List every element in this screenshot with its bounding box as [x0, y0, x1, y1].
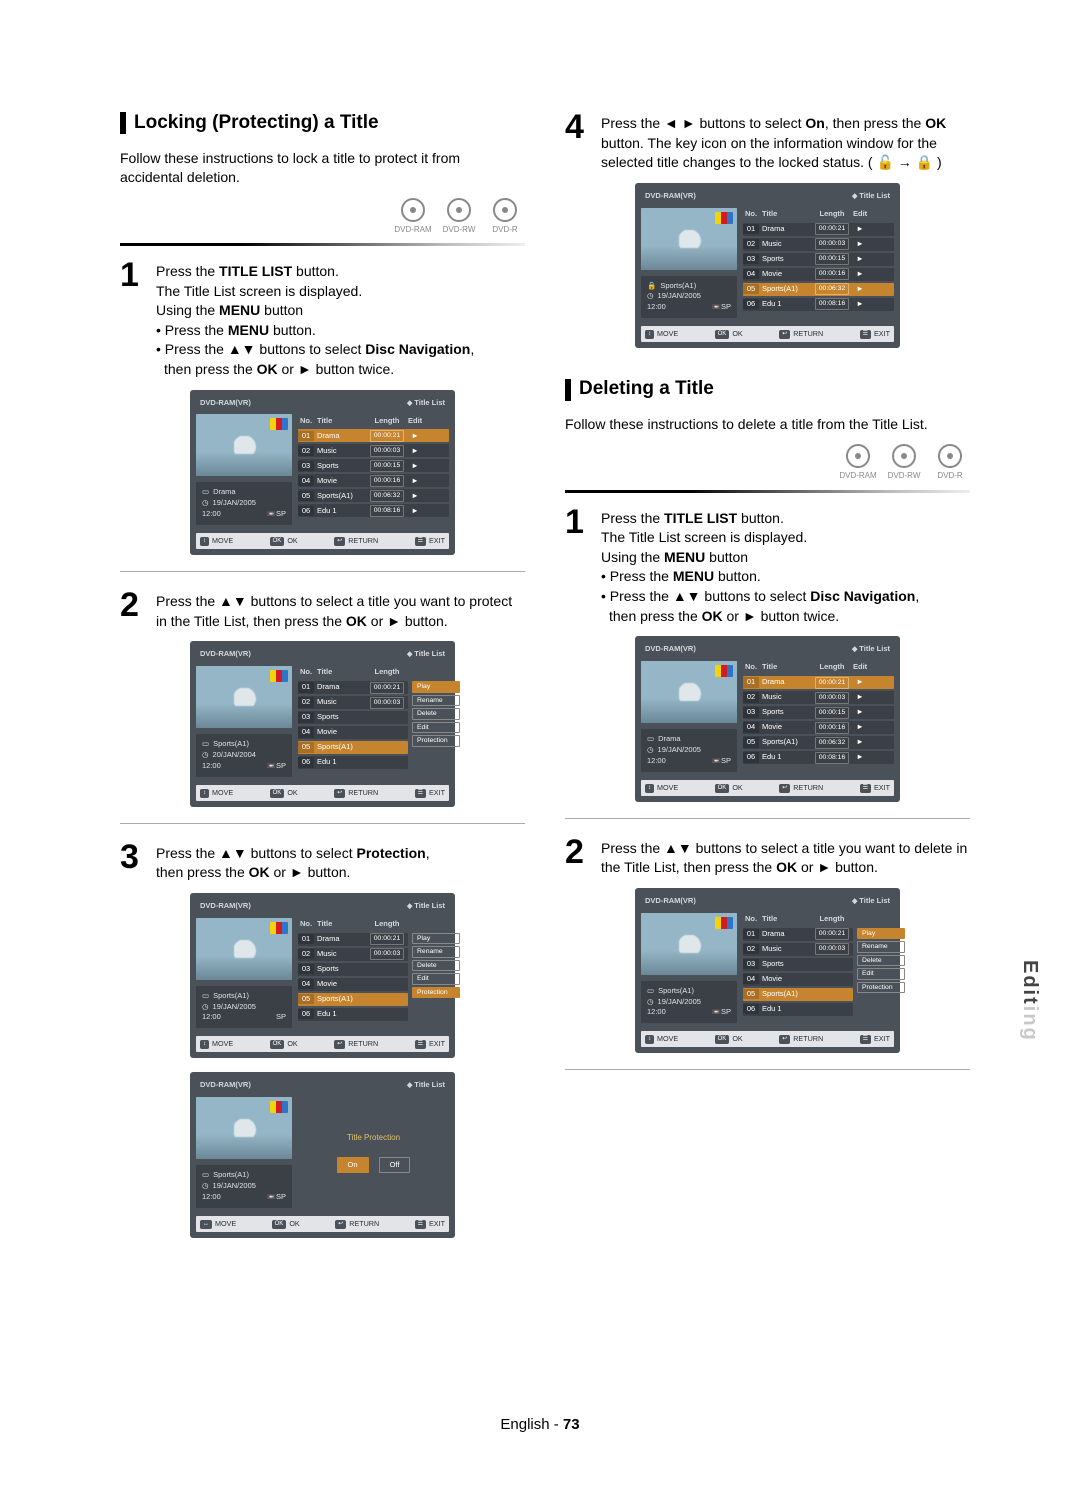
delete-step-1: 1 Press the TITLE LIST button. The Title… [565, 505, 970, 627]
edit-edit[interactable]: Edit [857, 968, 905, 980]
edit-rename[interactable]: Rename [412, 946, 460, 958]
preview-thumb [196, 414, 292, 476]
right-column: 4 Press the ◄ ► buttons to select On, th… [565, 110, 970, 1252]
title-row[interactable]: 02Music00:00:03► [298, 444, 449, 457]
heading-text: Locking (Protecting) a Title [134, 110, 379, 137]
disc-dvd-rw: DVD-RW [439, 198, 479, 235]
gradient-rule [565, 490, 970, 493]
edit-delete[interactable]: Delete [412, 960, 460, 972]
intro-locking: Follow these instructions to lock a titl… [120, 149, 525, 188]
edit-delete[interactable]: Delete [412, 708, 460, 720]
title-row[interactable]: 05Sports(A1)00:06:32► [298, 489, 449, 502]
step-body: Press the ◄ ► buttons to select On, then… [601, 110, 970, 173]
title-row[interactable]: 03Sports00:00:15► [298, 459, 449, 472]
divider [565, 818, 970, 819]
osd-footer: ↕MOVE OKOK ↩RETURN ☰EXIT [196, 533, 449, 549]
step-body: Press the TITLE LIST button. The Title L… [601, 505, 970, 627]
disc-dvd-ram: DVD-RAM [393, 198, 433, 235]
lock-step-4: 4 Press the ◄ ► buttons to select On, th… [565, 110, 970, 173]
disc-icons: DVD-RAM DVD-RW DVD-R [565, 444, 970, 481]
left-column: Locking (Protecting) a Title Follow thes… [120, 110, 525, 1252]
protection-title: Title Protection [347, 1132, 400, 1143]
intro-deleting: Follow these instructions to delete a ti… [565, 415, 970, 435]
step-number: 2 [120, 588, 146, 622]
delete-step-2: 2 Press the ▲▼ buttons to select a title… [565, 835, 970, 878]
page-footer: English - 73 [0, 1414, 1080, 1435]
edit-protection[interactable]: Protection [412, 735, 460, 747]
edit-edit[interactable]: Edit [412, 722, 460, 734]
edit-protection[interactable]: Protection [857, 982, 905, 994]
step-number: 1 [120, 258, 146, 292]
step-body: Press the ▲▼ buttons to select Protectio… [156, 840, 525, 883]
edit-rename[interactable]: Rename [412, 695, 460, 707]
osd-lock-step3b: DVD-RAM(VR)Title List ▭Sports(A1) ◷19/JA… [190, 1072, 455, 1238]
step-number: 4 [565, 110, 591, 144]
title-row[interactable]: 01Drama00:00:21► [298, 429, 449, 442]
heading-bar [120, 112, 126, 134]
disc-dvd-r: DVD-R [485, 198, 525, 235]
osd-lock-step2: DVD-RAM(VR)Title List ▭Sports(A1) ◷20/JA… [190, 641, 455, 807]
protection-off-button[interactable]: Off [379, 1157, 411, 1174]
gradient-rule [120, 243, 525, 246]
step-body: Press the TITLE LIST button. The Title L… [156, 258, 525, 380]
lock-step-2: 2 Press the ▲▼ buttons to select a title… [120, 588, 525, 631]
edit-rename[interactable]: Rename [857, 941, 905, 953]
edit-protection[interactable]: Protection [412, 987, 460, 999]
edit-play[interactable]: Play [857, 928, 905, 940]
heading-bar [565, 379, 571, 401]
edit-delete[interactable]: Delete [857, 955, 905, 967]
osd-delete-step1: DVD-RAM(VR)Title List ▭Drama ◷19/JAN/200… [635, 636, 900, 802]
lock-step-1: 1 Press the TITLE LIST button. The Title… [120, 258, 525, 380]
lock-step-3: 3 Press the ▲▼ buttons to select Protect… [120, 840, 525, 883]
heading-locking: Locking (Protecting) a Title [120, 110, 525, 137]
divider [120, 823, 525, 824]
side-tab-editing: Editing [1016, 960, 1044, 1042]
osd-lock-step3a: DVD-RAM(VR)Title List ▭Sports(A1) ◷19/JA… [190, 893, 455, 1059]
edit-menu: Play Rename Delete Edit Protection [412, 666, 460, 777]
protection-on-button[interactable]: On [337, 1157, 369, 1174]
step-body: Press the ▲▼ buttons to select a title y… [156, 588, 525, 631]
edit-play[interactable]: Play [412, 681, 460, 693]
info-block: ▭Drama ◷19/JAN/2005 12:00📼SP [196, 482, 292, 525]
step-number: 1 [565, 505, 591, 539]
step-body: Press the ▲▼ buttons to select a title y… [601, 835, 970, 878]
step-number: 2 [565, 835, 591, 869]
osd-delete-step2: DVD-RAM(VR)Title List ▭Sports(A1) ◷19/JA… [635, 888, 900, 1054]
osd-lock-step1: DVD-RAM(VR)Title List ▭Drama ◷19/JAN/200… [190, 390, 455, 556]
title-row[interactable]: 06Edu 100:08:16► [298, 504, 449, 517]
edit-edit[interactable]: Edit [412, 973, 460, 985]
heading-deleting: Deleting a Title [565, 376, 970, 403]
disc-icons: DVD-RAM DVD-RW DVD-R [120, 198, 525, 235]
title-row[interactable]: 04Movie00:00:16► [298, 474, 449, 487]
divider [565, 1069, 970, 1070]
osd-lock-step4: DVD-RAM(VR)Title List 🔒Sports(A1) ◷19/JA… [635, 183, 900, 349]
protection-panel: Title Protection On Off [298, 1097, 449, 1208]
heading-text: Deleting a Title [579, 376, 714, 403]
step-number: 3 [120, 840, 146, 874]
divider [120, 571, 525, 572]
edit-play[interactable]: Play [412, 933, 460, 945]
